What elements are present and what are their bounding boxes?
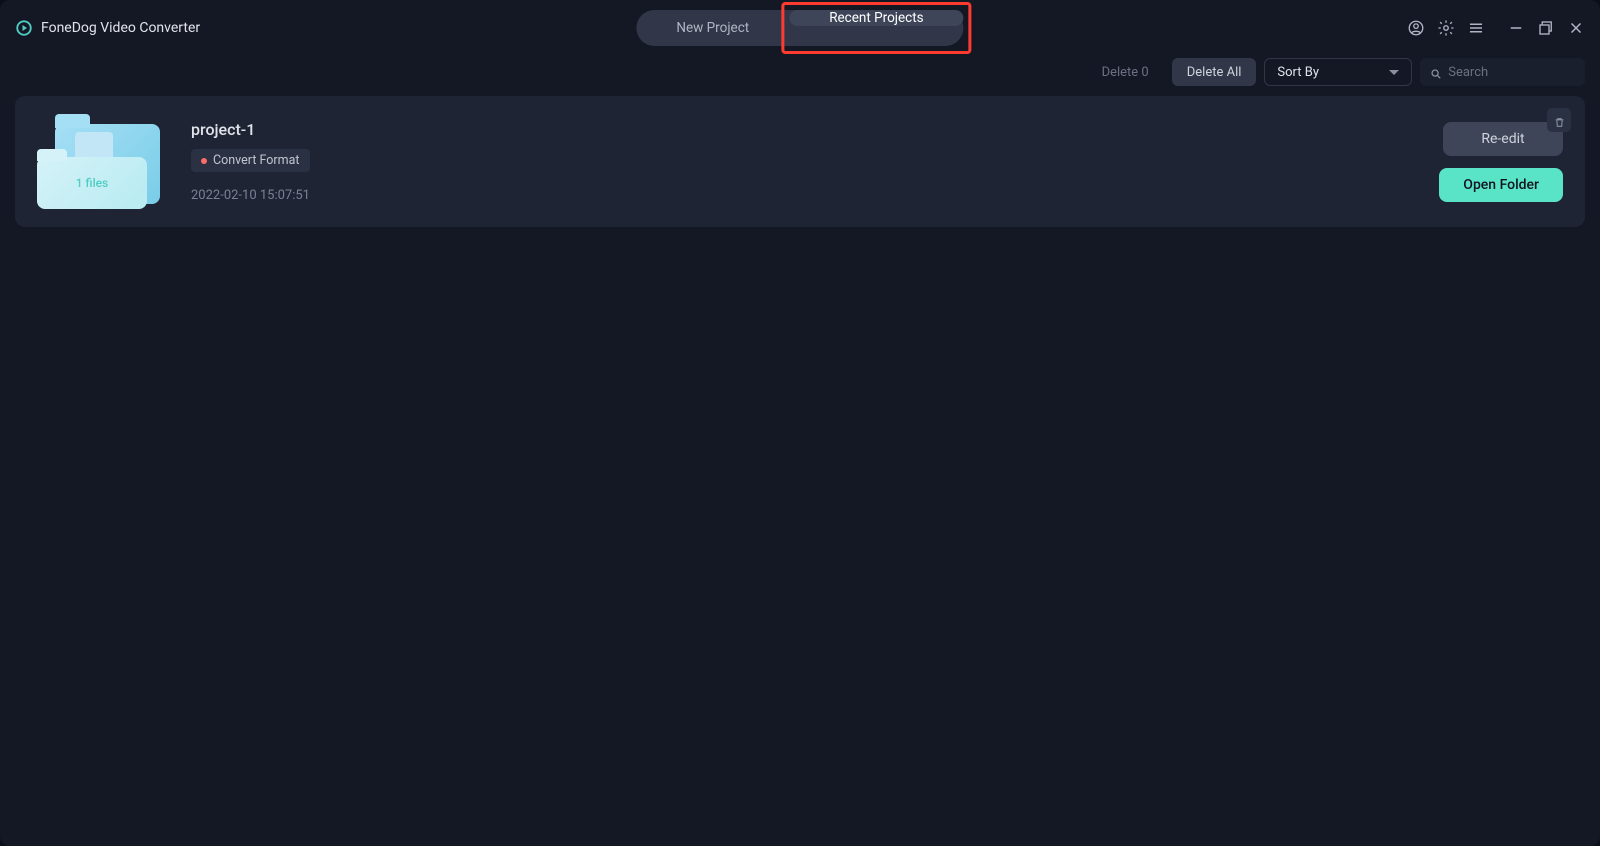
toolbar: Delete 0 Delete All Sort By	[0, 55, 1600, 89]
menu-icon[interactable]	[1467, 19, 1485, 37]
app-logo-icon	[15, 19, 33, 37]
chevron-down-icon	[1389, 70, 1399, 75]
status-dot-icon	[201, 158, 207, 164]
sort-dropdown[interactable]: Sort By	[1264, 58, 1412, 86]
project-name: project-1	[191, 120, 310, 139]
delete-all-button[interactable]: Delete All	[1172, 58, 1257, 86]
search-icon	[1430, 65, 1442, 79]
maximize-icon[interactable]	[1537, 19, 1555, 37]
delete-selected-button[interactable]: Delete 0	[1087, 58, 1164, 86]
project-timestamp: 2022-02-10 15:07:51	[191, 188, 310, 203]
trash-icon	[1553, 114, 1566, 127]
content-area: 1 files project-1 Convert Format 2022-02…	[0, 89, 1600, 846]
logo-area: FoneDog Video Converter	[15, 19, 200, 37]
window-controls	[1407, 19, 1585, 37]
folder-front-shape: 1 files	[37, 157, 147, 209]
reedit-button[interactable]: Re-edit	[1443, 122, 1563, 156]
project-tag: Convert Format	[191, 149, 310, 172]
titlebar: FoneDog Video Converter New Project Rece…	[0, 0, 1600, 55]
project-tag-text: Convert Format	[213, 153, 300, 168]
project-folder-icon: 1 files	[37, 114, 167, 209]
nav-tabs: New Project Recent Projects	[636, 10, 963, 46]
search-box	[1420, 58, 1585, 86]
close-icon[interactable]	[1567, 19, 1585, 37]
folder-files-count: 1 files	[76, 176, 108, 190]
minimize-icon[interactable]	[1507, 19, 1525, 37]
project-actions: Re-edit Open Folder	[1439, 122, 1563, 202]
open-folder-button[interactable]: Open Folder	[1439, 168, 1563, 202]
account-icon[interactable]	[1407, 19, 1425, 37]
main-window: FoneDog Video Converter New Project Rece…	[0, 0, 1600, 846]
tab-recent-wrap: Recent Projects	[789, 10, 963, 46]
settings-icon[interactable]	[1437, 19, 1455, 37]
app-title: FoneDog Video Converter	[41, 20, 200, 36]
delete-project-button[interactable]	[1547, 108, 1571, 132]
project-card[interactable]: 1 files project-1 Convert Format 2022-02…	[15, 96, 1585, 227]
tab-new-project[interactable]: New Project	[636, 10, 789, 46]
tab-recent-projects[interactable]: Recent Projects	[789, 10, 963, 26]
project-info: project-1 Convert Format 2022-02-10 15:0…	[191, 120, 310, 203]
search-input[interactable]	[1448, 65, 1575, 80]
sort-label: Sort By	[1277, 65, 1319, 80]
